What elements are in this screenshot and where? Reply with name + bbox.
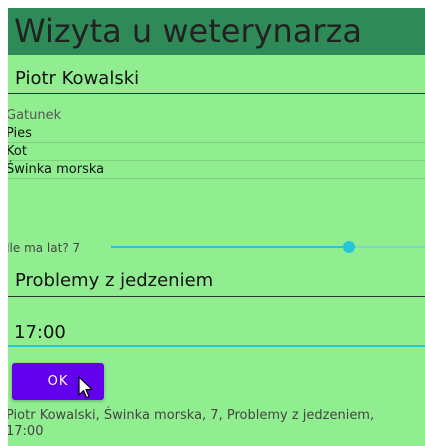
title-bar: Wizyta u weterynarza — [8, 8, 425, 55]
age-slider-thumb[interactable] — [343, 241, 355, 253]
age-slider-track[interactable] — [111, 246, 349, 248]
age-label: Ile ma lat? 7 — [8, 241, 81, 255]
name-field-value: Piotr Kowalski — [15, 68, 140, 89]
problem-field[interactable]: Problemy z jedzeniem — [8, 264, 425, 297]
age-slider-track-remaining[interactable] — [349, 246, 425, 248]
problem-field-value: Problemy z jedzeniem — [15, 270, 214, 291]
mouse-pointer-icon — [78, 376, 93, 399]
app-window: Wizyta u weterynarza Piotr Kowalski Gatu… — [8, 8, 425, 446]
summary-text: Piotr Kowalski, Świnka morska, 7, Proble… — [8, 408, 425, 440]
species-option-kot[interactable]: Kot — [8, 143, 425, 161]
name-field[interactable]: Piotr Kowalski — [8, 55, 425, 94]
summary-line-1: Piotr Kowalski, Świnka morska, 7, Proble… — [8, 408, 375, 423]
time-field[interactable]: 17:00 — [8, 310, 425, 347]
species-label: Gatunek — [8, 108, 62, 123]
page-title: Wizyta u weterynarza — [14, 12, 362, 50]
time-field-value: 17:00 — [14, 322, 66, 343]
species-option-pies[interactable]: Pies — [8, 125, 425, 143]
species-option-swinka-morska[interactable]: Świnka morska — [8, 161, 425, 179]
summary-line-2: 17:00 — [8, 424, 44, 439]
